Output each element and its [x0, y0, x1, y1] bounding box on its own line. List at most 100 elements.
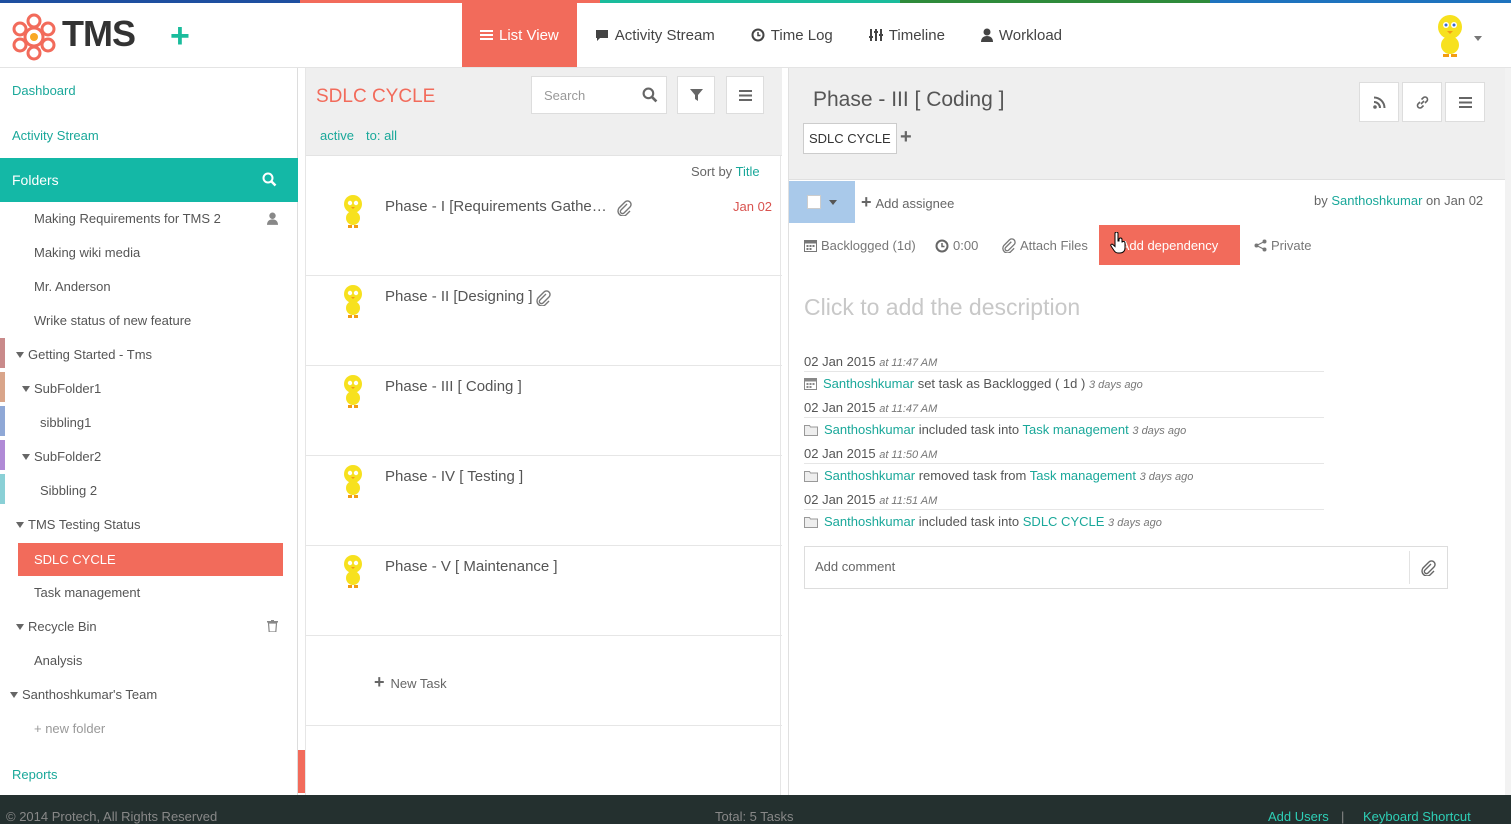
- trash-icon[interactable]: [267, 620, 278, 632]
- folder-color-bar: [0, 474, 5, 504]
- folder-item[interactable]: Making wiki media: [0, 236, 298, 270]
- sort-control[interactable]: Sort by Title: [691, 164, 760, 179]
- author-link[interactable]: Santhoshkumar: [1331, 193, 1422, 208]
- task-title[interactable]: Phase - IV [ Testing ]: [385, 468, 523, 485]
- sort-field[interactable]: Title: [736, 164, 760, 179]
- task-title[interactable]: Phase - V [ Maintenance ]: [385, 558, 558, 575]
- folder-tag[interactable]: SDLC CYCLE: [803, 123, 897, 154]
- checkbox[interactable]: [807, 195, 821, 209]
- caret-down-icon[interactable]: [16, 624, 24, 630]
- nav-timeline[interactable]: Timeline: [851, 3, 963, 67]
- sidebar-dashboard-link[interactable]: Dashboard: [12, 83, 76, 98]
- caret-down-icon[interactable]: [16, 352, 24, 358]
- activity-ago: 3 days ago: [1088, 379, 1143, 391]
- chevron-down-icon[interactable]: [1474, 36, 1482, 41]
- scrollbar[interactable]: [1505, 68, 1511, 795]
- task-row[interactable]: Phase - IV [ Testing ]: [306, 456, 782, 546]
- comment-icon: [595, 29, 608, 41]
- caret-down-icon[interactable]: [16, 522, 24, 528]
- folder-item-selected[interactable]: SDLC CYCLE: [18, 543, 283, 576]
- sidebar-reports-link[interactable]: Reports: [12, 767, 58, 782]
- folder-item[interactable]: Making Requirements for TMS 2: [0, 202, 298, 236]
- list-title: SDLC CYCLE: [316, 86, 436, 107]
- comment-input[interactable]: Add comment: [804, 546, 1448, 589]
- folder-item[interactable]: Sibbling 2: [0, 474, 298, 508]
- nav-activity-stream[interactable]: Activity Stream: [577, 3, 733, 67]
- activity-target-link[interactable]: Task management: [1030, 468, 1136, 483]
- activity-action: set task as Backlogged ( 1d ): [917, 376, 1086, 391]
- status-button[interactable]: Backlogged (1d): [804, 238, 916, 253]
- task-detail-title[interactable]: Phase - III [ Coding ]: [813, 88, 1004, 112]
- folder-label: TMS Testing Status: [28, 517, 141, 532]
- folder-item[interactable]: Wrike status of new feature: [0, 304, 298, 338]
- search-icon[interactable]: [262, 172, 277, 187]
- folders-header[interactable]: Folders: [0, 158, 298, 202]
- description-field[interactable]: Click to add the description: [804, 294, 1080, 321]
- folder-item[interactable]: Task management: [0, 576, 298, 610]
- activity-date: 02 Jan 2015 at 11:51 AM: [804, 492, 937, 507]
- caret-down-icon[interactable]: [22, 454, 30, 460]
- search-input[interactable]: Search: [531, 76, 667, 114]
- activity-target-link[interactable]: Task management: [1023, 422, 1129, 437]
- nav-workload[interactable]: Workload: [963, 3, 1080, 67]
- task-menu-button[interactable]: [1445, 82, 1485, 122]
- activity-user-link[interactable]: Santhoshkumar: [824, 468, 915, 483]
- task-title[interactable]: Phase - III [ Coding ]: [385, 378, 522, 395]
- add-assignee-button[interactable]: + Add assignee: [861, 192, 954, 213]
- attach-files-button[interactable]: Attach Files: [1001, 238, 1088, 253]
- task-row[interactable]: Phase - V [ Maintenance ]: [306, 546, 782, 636]
- task-title[interactable]: Phase - I [Requirements Gathe…: [385, 198, 607, 215]
- folder-item[interactable]: Recycle Bin: [0, 610, 298, 644]
- folder-item[interactable]: sibbling1: [0, 406, 298, 440]
- activity-target-link[interactable]: SDLC CYCLE: [1023, 514, 1105, 529]
- global-add-button[interactable]: +: [170, 19, 190, 53]
- filter-button[interactable]: [677, 76, 715, 114]
- list-menu-button[interactable]: [726, 76, 764, 114]
- copyright-text: © 2014 Protech, All Rights Reserved: [6, 809, 218, 824]
- folder-item[interactable]: SubFolder2: [0, 440, 298, 474]
- nav-time-log[interactable]: Time Log: [733, 3, 851, 67]
- activity-user-link[interactable]: Santhoshkumar: [823, 376, 914, 391]
- paperclip-icon: [1002, 238, 1016, 253]
- activity-user-link[interactable]: Santhoshkumar: [824, 514, 915, 529]
- task-title[interactable]: Phase - II [Designing ]: [385, 288, 533, 305]
- add-tag-button[interactable]: +: [900, 126, 912, 149]
- privacy-button[interactable]: Private: [1254, 238, 1311, 253]
- task-detail-header: Phase - III [ Coding ] SDLC CYCLE +: [789, 68, 1507, 180]
- new-task-button[interactable]: + New Task: [374, 672, 447, 693]
- folder-icon: [804, 471, 818, 482]
- sidebar-activity-stream-link[interactable]: Activity Stream: [12, 128, 99, 143]
- folder-item[interactable]: SubFolder1: [0, 372, 298, 406]
- caret-down-icon[interactable]: [10, 692, 18, 698]
- new-folder-link[interactable]: + new folder: [34, 721, 105, 736]
- add-users-link[interactable]: Add Users: [1268, 809, 1329, 824]
- folder-item[interactable]: Analysis: [0, 644, 298, 678]
- nav-list-view[interactable]: List View: [462, 3, 577, 67]
- plus-icon: +: [374, 672, 385, 692]
- folder-item[interactable]: Santhoshkumar's Team: [0, 678, 298, 712]
- activity-user-link[interactable]: Santhoshkumar: [824, 422, 915, 437]
- folder-item[interactable]: Mr. Anderson: [0, 270, 298, 304]
- caret-down-icon[interactable]: [22, 386, 30, 392]
- filter-assignee-link[interactable]: to: all: [366, 128, 397, 143]
- paperclip-icon: [617, 200, 632, 216]
- user-avatar[interactable]: [1430, 13, 1470, 57]
- chevron-down-icon[interactable]: [829, 200, 837, 205]
- rss-button[interactable]: [1359, 82, 1399, 122]
- link-button[interactable]: [1402, 82, 1442, 122]
- task-row[interactable]: Phase - I [Requirements Gathe… Jan 02: [306, 186, 782, 276]
- task-row[interactable]: Phase - II [Designing ]: [306, 276, 782, 366]
- comment-attach-button[interactable]: [1409, 551, 1445, 584]
- folder-label: Wrike status of new feature: [34, 313, 192, 328]
- task-row[interactable]: Phase - III [ Coding ]: [306, 366, 782, 456]
- filter-active-link[interactable]: active: [320, 128, 354, 143]
- status-checkbox[interactable]: [789, 181, 855, 223]
- folder-item[interactable]: TMS Testing Status: [0, 508, 298, 542]
- add-dependency-label: Add dependency: [1120, 237, 1219, 253]
- activity-date-text: 02 Jan 2015: [804, 492, 876, 507]
- search-icon[interactable]: [642, 87, 658, 103]
- keyboard-shortcut-link[interactable]: Keyboard Shortcut: [1363, 809, 1471, 824]
- new-task-label: New Task: [390, 676, 447, 691]
- time-button[interactable]: 0:00: [935, 238, 978, 253]
- folder-item[interactable]: Getting Started - Tms: [0, 338, 298, 372]
